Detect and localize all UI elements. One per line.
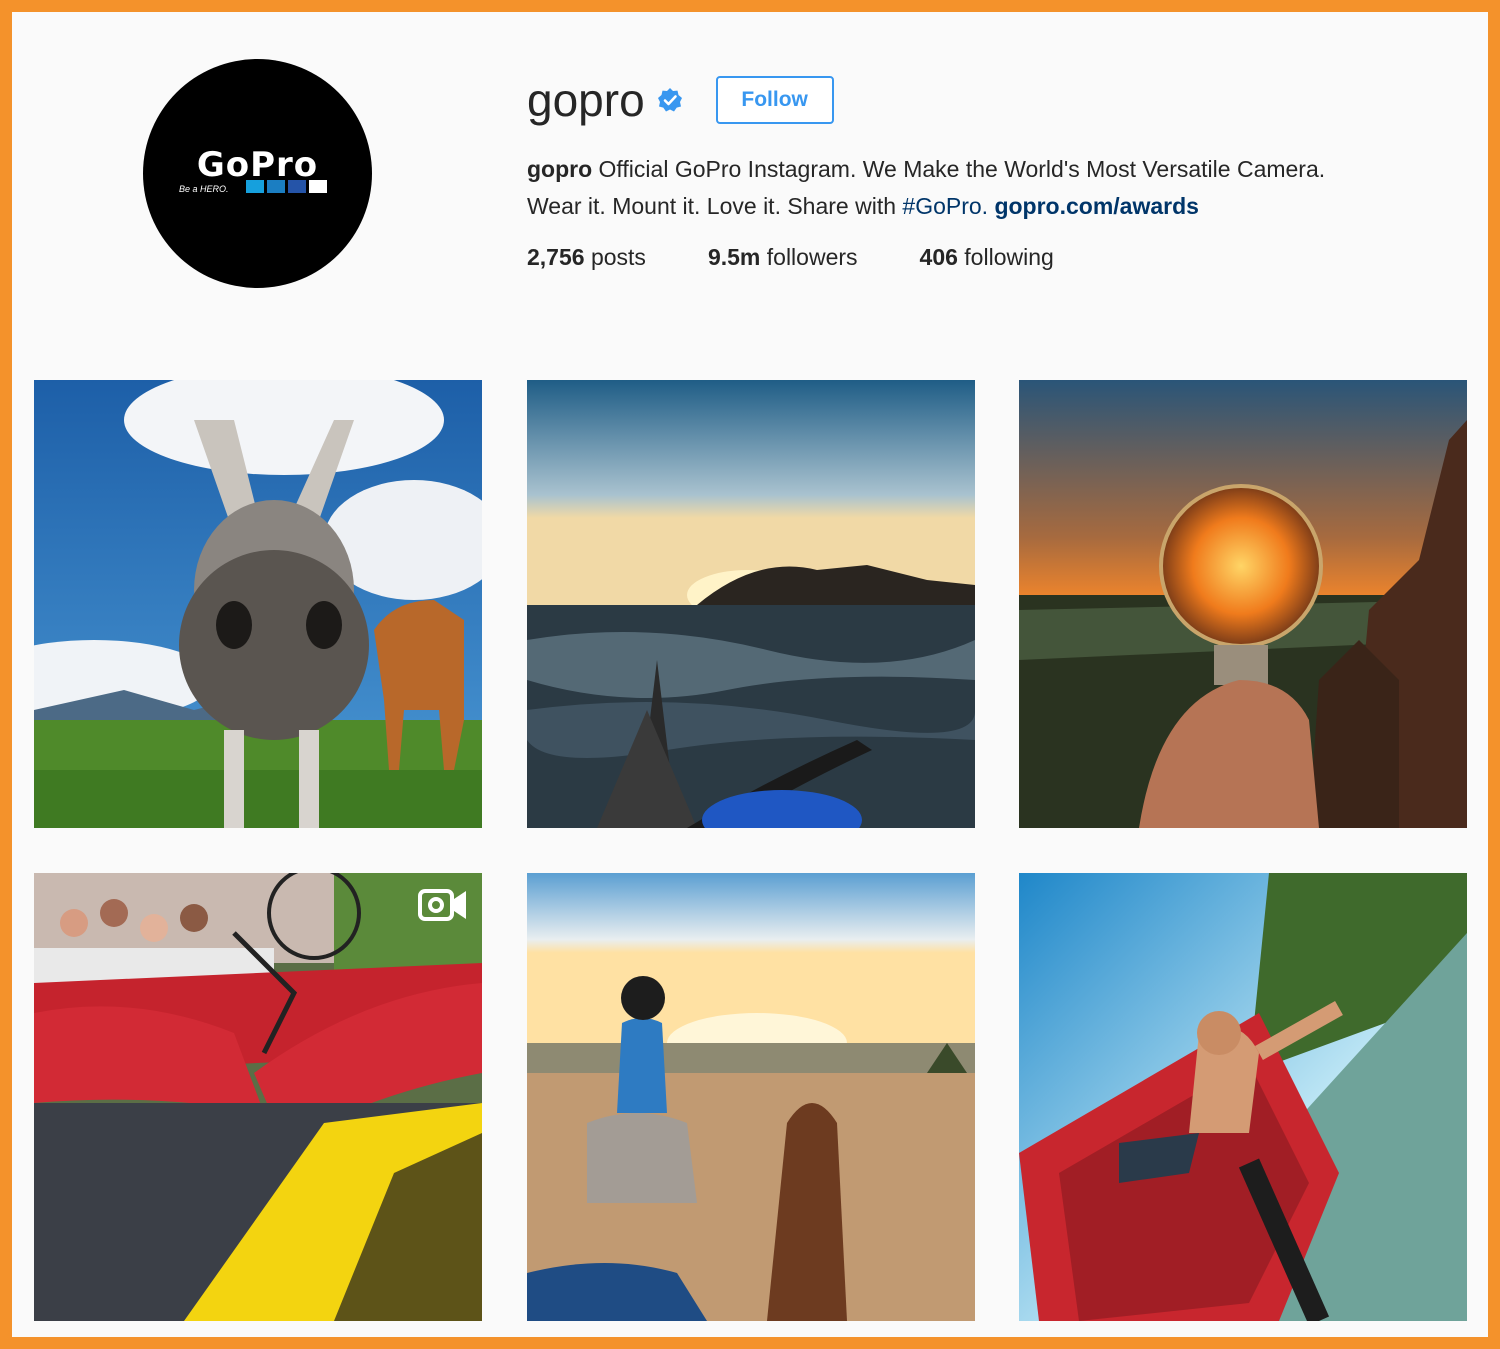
post-thumbnail-cycling[interactable] xyxy=(34,873,482,1321)
follow-button[interactable]: Follow xyxy=(715,76,834,124)
posts-stat: 2,756 posts xyxy=(527,244,646,271)
bio-text-2: Wear it. Mount it. Love it. Share with xyxy=(527,193,897,219)
logo-tagline: Be a HERO. xyxy=(179,184,229,194)
followers-label: followers xyxy=(766,244,858,270)
bio-name: gopro xyxy=(527,156,593,182)
following-count: 406 xyxy=(919,244,958,270)
video-icon xyxy=(418,889,466,921)
post-thumbnail-kayak[interactable] xyxy=(527,380,975,828)
bio-website-link[interactable]: gopro.com/awards xyxy=(994,193,1198,219)
following-stat[interactable]: 406 following xyxy=(920,244,1054,271)
profile-page: GoPro Be a HERO. gopro Follow gopro Offi… xyxy=(12,12,1488,1337)
profile-username: gopro xyxy=(527,74,645,126)
followers-count: 9.5m xyxy=(707,244,761,270)
posts-count: 2,756 xyxy=(527,244,585,270)
post-thumbnail-boat-climber[interactable] xyxy=(1019,873,1467,1321)
profile-avatar[interactable]: GoPro Be a HERO. xyxy=(143,59,372,288)
posts-label: posts xyxy=(590,244,646,270)
logo-text: GoPro xyxy=(196,145,319,185)
post-thumbnail-lightbulb[interactable] xyxy=(1019,380,1467,828)
bio-text-1: Official GoPro Instagram. We Make the Wo… xyxy=(598,156,1326,182)
post-thumbnail-donkey[interactable] xyxy=(34,380,482,828)
followers-stat[interactable]: 9.5m followers xyxy=(708,244,858,271)
verified-badge-icon xyxy=(657,88,682,112)
bio-hashtag-link[interactable]: #GoPro. xyxy=(902,193,988,219)
username-row: gopro Follow xyxy=(527,70,834,130)
logo-squares xyxy=(246,180,327,193)
profile-stats: 2,756 posts 9.5m followers 406 following xyxy=(527,244,1116,271)
profile-bio: gopro Official GoPro Instagram. We Make … xyxy=(527,151,1447,225)
following-label: following xyxy=(964,244,1054,270)
post-thumbnail-horse-riding[interactable] xyxy=(527,873,975,1321)
